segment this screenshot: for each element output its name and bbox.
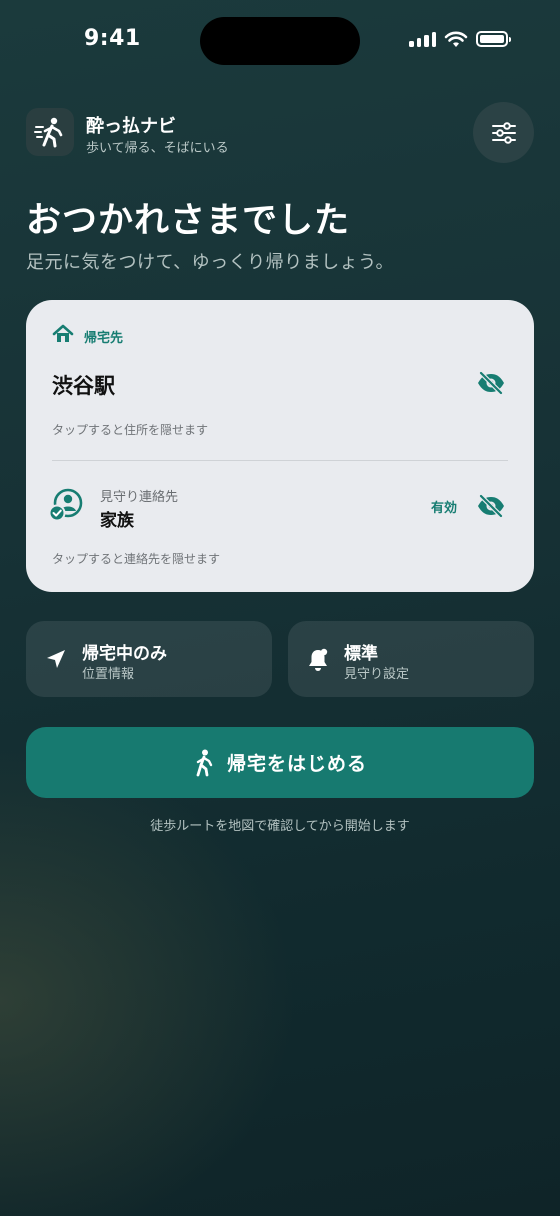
destination-name[interactable]: 渋谷駅: [52, 370, 115, 400]
watch-setting-title: 標準: [344, 644, 378, 664]
start-footnote: 徒歩ルートを地図で確認してから開始します: [150, 819, 410, 834]
destination-card[interactable]: 帰宅先 渋谷駅 タップすると住所を隠せます 見守り連絡先 家族 有効 タップする…: [26, 300, 534, 592]
dynamic-island: [200, 17, 360, 65]
hide-contact-button[interactable]: [476, 493, 506, 522]
start-walk-home-button[interactable]: 帰宅をはじめる: [26, 727, 534, 798]
location-setting-title: 帰宅中のみ: [82, 644, 167, 664]
page-subtitle: 足元に気をつけて、ゆっくり帰りましょう。: [26, 252, 395, 273]
card-divider: [52, 460, 508, 461]
page-title: おつかれさまでした: [26, 201, 351, 241]
home-label: 帰宅先: [84, 331, 124, 346]
eye-slash-icon: [478, 370, 504, 396]
signal-icon: [409, 31, 436, 47]
watch-setting-subtitle: 見守り設定: [344, 667, 410, 682]
hide-address-button[interactable]: [476, 370, 506, 399]
walking-person-icon: [196, 749, 213, 776]
status-icons: [409, 30, 511, 48]
app-tagline: 歩いて帰る、そばにいる: [86, 141, 229, 156]
watch-setting-tile[interactable]: 標準 見守り設定: [288, 621, 534, 697]
app-name: 酔っ払ナビ: [86, 116, 176, 137]
walking-person-icon: [34, 117, 63, 148]
eye-slash-icon: [478, 493, 504, 519]
settings-button[interactable]: [473, 102, 534, 163]
location-setting-tile[interactable]: 帰宅中のみ 位置情報: [26, 621, 272, 697]
address-hint: タップすると住所を隠せます: [52, 423, 209, 437]
start-button-label: 帰宅をはじめる: [226, 753, 367, 775]
location-setting-subtitle: 位置情報: [82, 667, 135, 682]
contact-shield-icon: [48, 488, 83, 522]
status-time: 9:41: [84, 26, 141, 51]
app-logo: [26, 108, 74, 156]
contact-name[interactable]: 家族: [100, 506, 134, 531]
wifi-icon: [444, 31, 468, 47]
sliders-icon: [491, 121, 516, 144]
home-indicator: [212, 1196, 348, 1201]
location-arrow-icon: [47, 650, 65, 668]
home-icon: [52, 324, 74, 342]
battery-icon: [476, 31, 511, 47]
contact-hint: タップすると連絡先を隠せます: [52, 552, 221, 566]
bell-icon: [309, 648, 328, 671]
contact-label: 見守り連絡先: [100, 490, 179, 505]
contact-status-badge: 有効: [431, 501, 458, 516]
